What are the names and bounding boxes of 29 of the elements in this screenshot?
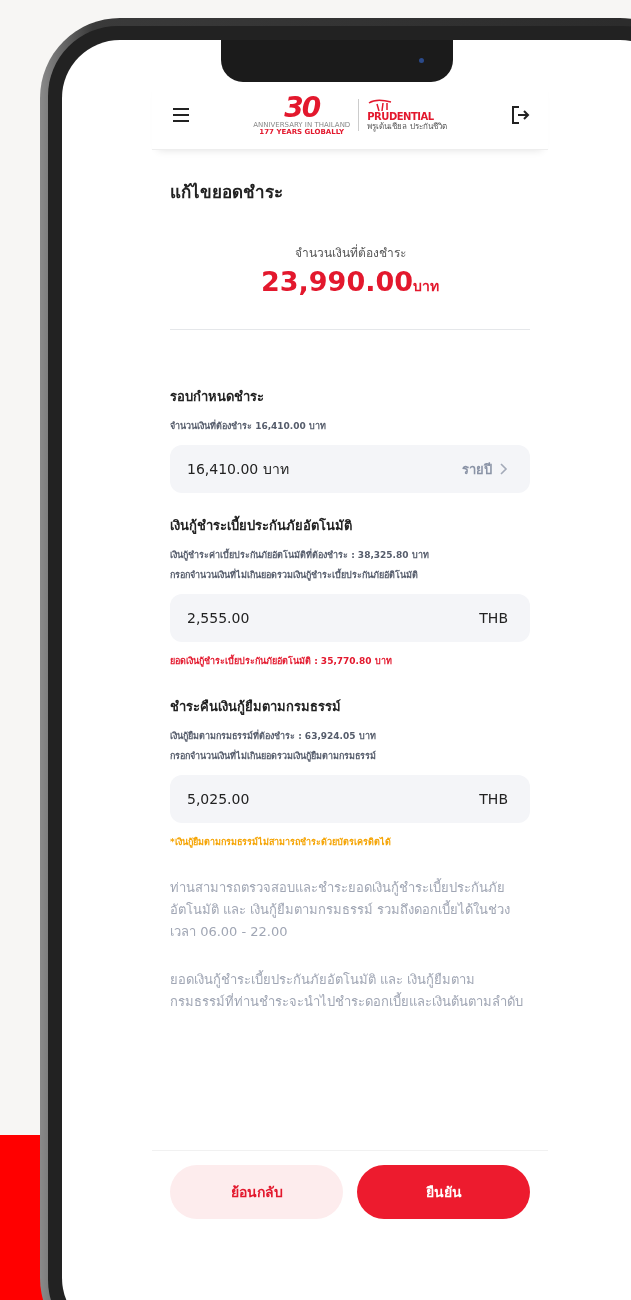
amount-unit: บาท	[413, 278, 439, 294]
back-button[interactable]: ย้อนกลับ	[170, 1165, 343, 1219]
section-note: จำนวนเงินที่ต้องชำระ 16,410.00 บาท	[170, 419, 327, 433]
brand-emblem-icon	[367, 98, 394, 113]
section-note: เงินกู้ชำระค่าเบี้ยประกันภัยอัตโนมัติที่ต้องชำระ : 38,325.80 บาท	[170, 548, 430, 562]
amount-label: จำนวนเงินที่ต้องชำระ	[294, 243, 406, 262]
info-paragraph: ท่านสามารถตรวจสอบและชำระยอดเงินกู้ชำระเบี้ยประกันภัย อัตโนมัติ และ เงินกู้ยืมตามกรมธรรม์ รวมถึงดอกเบี้ยได้ในช่วง เวลา 06.00 - 22.00	[170, 877, 512, 941]
brand-thai-name: พรูเด้นเชียล ประกันชีวิต	[367, 122, 447, 131]
logout-icon[interactable]	[510, 104, 530, 125]
select-field[interactable]: 16,410.00 บาท รายปี	[170, 445, 530, 493]
section-title: เงินกู้ชำระเบี้ยประกันภัยอัตโนมัติ	[170, 515, 530, 536]
page-title: แก้ไขยอดชำระ	[170, 181, 284, 204]
input-field[interactable]: 5,025.00 THB	[170, 775, 530, 823]
section-title: ชำระคืนเงินกู้ยืมตามกรมธรรม์	[170, 698, 342, 717]
brand-name: PRUDENTIAL	[367, 112, 434, 123]
chevron-right-icon	[500, 463, 508, 475]
camera-icon	[419, 58, 424, 63]
confirm-button[interactable]: ยืนยัน	[357, 1165, 530, 1219]
anniversary-number: 30	[284, 93, 320, 122]
section-note: เงินกู้ยืมตามกรมธรรม์ที่ต้องชำระ : 63,924.05 บาท	[170, 729, 377, 743]
section-title: รอบกำหนดชำระ	[170, 388, 265, 406]
menu-icon[interactable]	[172, 107, 190, 122]
info-paragraph: ยอดเงินกู้ชำระเบี้ยประกันภัยอัตโนมัติ และ เงินกู้ยืมตาม กรมธรรม์ที่ท่านชำระจะนำไปชำระดอกเบี้ยและเงินต้นตามลำดับ	[170, 969, 524, 1011]
amount-value: 23,990.00	[261, 266, 413, 297]
alert-text: ยอดเงินกู้ชำระเบี้ยประกันภัยอัตโนมัติ : 35,770.80 บาท	[170, 654, 393, 668]
input-field[interactable]: 2,555.00 THB	[170, 594, 530, 642]
section-note: กรอกจำนวนเงินที่ไม่เกินยอดรวมเงินกู้ยืมตามกรมธรรม์	[170, 749, 377, 763]
section-note: กรอกจำนวนเงินที่ไม่เกินยอดรวมเงินกู้ชำระเบี้ยประกันภัยอัติโนมัติ	[170, 568, 419, 582]
alert-text: *เงินกู้ยืมตามกรมธรรม์ไม่สามารถชำระด้วยบัตรเครดิตได้	[170, 835, 392, 849]
